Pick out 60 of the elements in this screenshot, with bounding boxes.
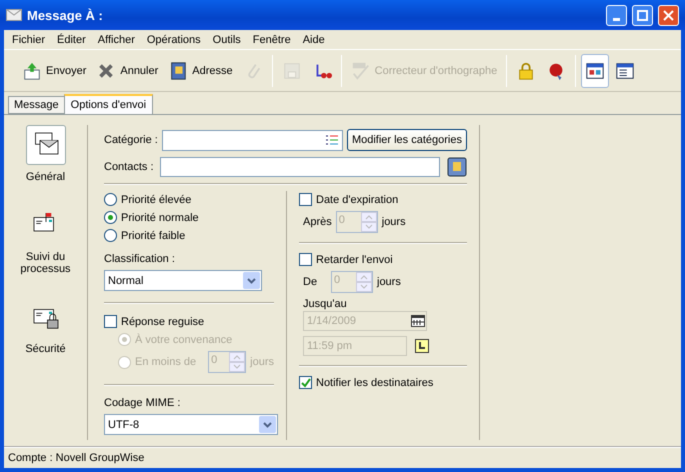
- minimize-button[interactable]: [606, 4, 627, 26]
- spin-button-icon: [229, 352, 246, 372]
- classification-dropdown[interactable]: Normal: [104, 270, 262, 291]
- field-label: Codage MIME :: [104, 397, 182, 409]
- window-layout-icon: [585, 60, 606, 80]
- field-label: Après: [303, 216, 332, 228]
- minimize-icon: [613, 18, 620, 20]
- mime-dropdown[interactable]: UTF-8: [104, 414, 278, 435]
- tab[interactable]: Options d'envoi: [64, 94, 154, 114]
- sidebar-item[interactable]: Général: [6, 125, 86, 183]
- close-icon: [663, 10, 674, 20]
- address-book-icon: [168, 60, 188, 80]
- toolbar-button[interactable]: [581, 54, 610, 88]
- checkbox[interactable]: [104, 315, 117, 328]
- menu-item[interactable]: Éditer: [51, 34, 92, 46]
- field-label: Jusqu'au: [302, 298, 348, 310]
- address-book-icon[interactable]: [447, 157, 467, 177]
- envelope-icon: [6, 9, 22, 21]
- spin-button-icon: [356, 272, 372, 292]
- radio-option[interactable]: Priorité faible: [104, 229, 274, 242]
- window-layout-icon: [615, 60, 636, 80]
- menu-item[interactable]: Aide: [296, 34, 331, 46]
- spellcheck-icon: [350, 60, 371, 80]
- category-field[interactable]: [162, 130, 343, 150]
- caret-icon: [247, 278, 256, 284]
- field-label: Contacts :: [104, 161, 155, 173]
- maximize-button[interactable]: [632, 4, 653, 26]
- field-label: De: [303, 276, 318, 288]
- clock-icon: [415, 339, 429, 353]
- close-button[interactable]: [658, 4, 679, 26]
- edit-categories-button[interactable]: Modifier les catégories: [346, 129, 467, 151]
- spin-button-icon: [360, 212, 377, 232]
- radio-option[interactable]: Priorité normale: [104, 211, 274, 224]
- field-label: Catégorie :: [104, 134, 158, 146]
- toolbar-button[interactable]: Envoyer: [18, 54, 90, 88]
- maximize-icon: [637, 10, 648, 20]
- radio-option[interactable]: Priorité élevée: [104, 193, 274, 206]
- toolbar-button[interactable]: Adresse: [164, 54, 237, 88]
- menu-item[interactable]: Afficher: [92, 34, 141, 46]
- unit-label: jours: [377, 276, 401, 288]
- menu-item[interactable]: Fenêtre: [246, 34, 297, 46]
- toolbar-button[interactable]: Annuler: [92, 54, 162, 88]
- window-title: Message À :: [27, 8, 104, 22]
- sidebar-item[interactable]: Suivi du processus: [6, 205, 86, 275]
- sidebar-item[interactable]: Sécurité: [6, 297, 86, 355]
- status-text: Compte : Novell GroupWise: [4, 446, 681, 468]
- menu-item[interactable]: Opérations: [140, 34, 207, 46]
- checkbox-option[interactable]: Réponse reguise: [104, 315, 274, 328]
- unit-label: jours: [382, 216, 406, 228]
- list-icon: [326, 135, 338, 145]
- menu-item[interactable]: Fichier: [6, 34, 52, 46]
- contacts-field[interactable]: [160, 157, 440, 177]
- menu-item[interactable]: Outils: [206, 34, 247, 46]
- envelopes-icon: [26, 125, 66, 165]
- tab[interactable]: Message: [8, 96, 65, 114]
- caret-icon: [263, 422, 272, 428]
- checkbox[interactable]: [299, 376, 312, 389]
- send-icon: [22, 60, 42, 80]
- checkbox-option[interactable]: Notifier les destinataires: [299, 376, 467, 389]
- field-label: Classification :: [104, 253, 176, 265]
